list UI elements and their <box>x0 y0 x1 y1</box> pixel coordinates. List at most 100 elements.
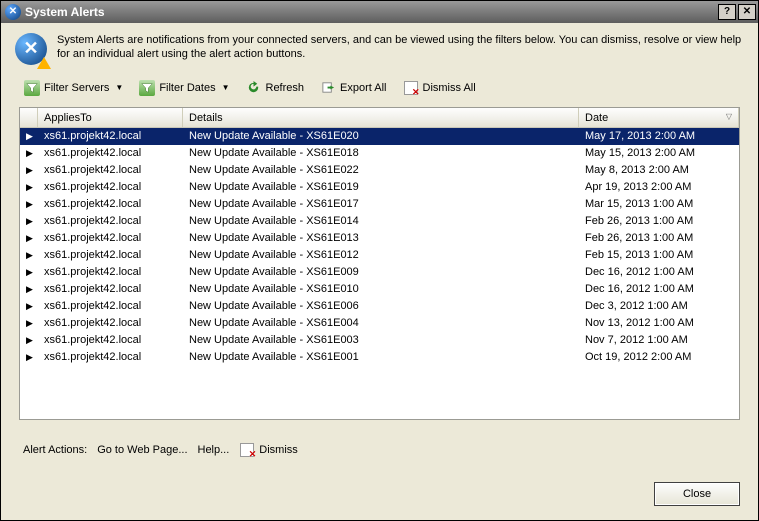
row-indicator-icon: ▶ <box>20 199 38 210</box>
cell-applies-to: xs61.projekt42.local <box>38 164 183 176</box>
help-link[interactable]: Help... <box>198 444 230 456</box>
export-icon <box>320 80 336 96</box>
titlebar: ✕ System Alerts ? ✕ <box>1 1 758 23</box>
grid-header: AppliesTo Details Date <box>20 108 739 128</box>
close-button[interactable]: Close <box>654 482 740 506</box>
filter-dates-button[interactable]: Filter Dates ▼ <box>134 77 234 99</box>
export-all-button[interactable]: Export All <box>315 77 391 99</box>
table-row[interactable]: ▶xs61.projekt42.localNew Update Availabl… <box>20 128 739 145</box>
row-indicator-icon: ▶ <box>20 301 38 312</box>
row-indicator-icon: ▶ <box>20 352 38 363</box>
cell-applies-to: xs61.projekt42.local <box>38 130 183 142</box>
chevron-down-icon: ▼ <box>222 83 230 92</box>
cell-applies-to: xs61.projekt42.local <box>38 147 183 159</box>
row-indicator-icon: ▶ <box>20 250 38 261</box>
system-alerts-window: ✕ System Alerts ? ✕ ✕ System Alerts are … <box>0 0 759 521</box>
row-indicator-icon: ▶ <box>20 216 38 227</box>
dismiss-icon <box>403 80 419 96</box>
cell-details: New Update Available - XS61E020 <box>183 130 579 142</box>
cell-date: Nov 7, 2012 1:00 AM <box>579 334 739 346</box>
row-indicator-icon: ▶ <box>20 233 38 244</box>
table-row[interactable]: ▶xs61.projekt42.localNew Update Availabl… <box>20 349 739 366</box>
cell-applies-to: xs61.projekt42.local <box>38 351 183 363</box>
alert-actions-label: Alert Actions: <box>23 444 87 456</box>
export-all-label: Export All <box>340 82 386 94</box>
filter-icon <box>24 80 40 96</box>
filter-icon <box>139 80 155 96</box>
dismiss-label: Dismiss <box>259 444 298 456</box>
cell-date: Oct 19, 2012 2:00 AM <box>579 351 739 363</box>
alert-actions-bar: Alert Actions: Go to Web Page... Help...… <box>1 420 758 462</box>
info-text: System Alerts are notifications from you… <box>57 33 744 63</box>
table-row[interactable]: ▶xs61.projekt42.localNew Update Availabl… <box>20 213 739 230</box>
column-indicator[interactable] <box>20 108 38 127</box>
table-row[interactable]: ▶xs61.projekt42.localNew Update Availabl… <box>20 230 739 247</box>
cell-date: Feb 26, 2013 1:00 AM <box>579 215 739 227</box>
cell-details: New Update Available - XS61E022 <box>183 164 579 176</box>
cell-details: New Update Available - XS61E003 <box>183 334 579 346</box>
filter-dates-label: Filter Dates <box>159 82 215 94</box>
cell-applies-to: xs61.projekt42.local <box>38 317 183 329</box>
row-indicator-icon: ▶ <box>20 335 38 346</box>
table-row[interactable]: ▶xs61.projekt42.localNew Update Availabl… <box>20 315 739 332</box>
table-row[interactable]: ▶xs61.projekt42.localNew Update Availabl… <box>20 145 739 162</box>
app-icon: ✕ <box>5 4 21 20</box>
cell-applies-to: xs61.projekt42.local <box>38 198 183 210</box>
alert-info-icon: ✕ <box>15 33 47 65</box>
refresh-label: Refresh <box>266 82 305 94</box>
cell-details: New Update Available - XS61E006 <box>183 300 579 312</box>
cell-date: May 15, 2013 2:00 AM <box>579 147 739 159</box>
refresh-button[interactable]: Refresh <box>241 77 310 99</box>
cell-details: New Update Available - XS61E017 <box>183 198 579 210</box>
row-indicator-icon: ▶ <box>20 182 38 193</box>
table-row[interactable]: ▶xs61.projekt42.localNew Update Availabl… <box>20 247 739 264</box>
cell-date: Dec 3, 2012 1:00 AM <box>579 300 739 312</box>
cell-applies-to: xs61.projekt42.local <box>38 266 183 278</box>
refresh-icon <box>246 80 262 96</box>
close-window-button[interactable]: ✕ <box>738 4 756 20</box>
cell-date: Feb 26, 2013 1:00 AM <box>579 232 739 244</box>
cell-date: Nov 13, 2012 1:00 AM <box>579 317 739 329</box>
cell-details: New Update Available - XS61E004 <box>183 317 579 329</box>
go-to-web-page-link[interactable]: Go to Web Page... <box>97 444 187 456</box>
cell-applies-to: xs61.projekt42.local <box>38 300 183 312</box>
table-row[interactable]: ▶xs61.projekt42.localNew Update Availabl… <box>20 264 739 281</box>
table-row[interactable]: ▶xs61.projekt42.localNew Update Availabl… <box>20 332 739 349</box>
window-controls: ? ✕ <box>718 4 756 20</box>
dismiss-all-button[interactable]: Dismiss All <box>398 77 481 99</box>
row-indicator-icon: ▶ <box>20 165 38 176</box>
alerts-grid: AppliesTo Details Date ▶xs61.projekt42.l… <box>19 107 740 420</box>
column-details[interactable]: Details <box>183 108 579 127</box>
cell-date: May 17, 2013 2:00 AM <box>579 130 739 142</box>
row-indicator-icon: ▶ <box>20 131 38 142</box>
dismiss-button[interactable]: Dismiss <box>239 442 298 458</box>
column-date[interactable]: Date <box>579 108 739 127</box>
cell-date: Apr 19, 2013 2:00 AM <box>579 181 739 193</box>
window-title: System Alerts <box>25 5 718 19</box>
filter-servers-label: Filter Servers <box>44 82 109 94</box>
info-strip: ✕ System Alerts are notifications from y… <box>1 23 758 73</box>
help-button[interactable]: ? <box>718 4 736 20</box>
table-row[interactable]: ▶xs61.projekt42.localNew Update Availabl… <box>20 179 739 196</box>
table-row[interactable]: ▶xs61.projekt42.localNew Update Availabl… <box>20 298 739 315</box>
cell-date: Mar 15, 2013 1:00 AM <box>579 198 739 210</box>
grid-body[interactable]: ▶xs61.projekt42.localNew Update Availabl… <box>20 128 739 419</box>
cell-details: New Update Available - XS61E012 <box>183 249 579 261</box>
cell-date: May 8, 2013 2:00 AM <box>579 164 739 176</box>
table-row[interactable]: ▶xs61.projekt42.localNew Update Availabl… <box>20 196 739 213</box>
table-row[interactable]: ▶xs61.projekt42.localNew Update Availabl… <box>20 281 739 298</box>
cell-date: Dec 16, 2012 1:00 AM <box>579 283 739 295</box>
column-applies-to[interactable]: AppliesTo <box>38 108 183 127</box>
cell-applies-to: xs61.projekt42.local <box>38 215 183 227</box>
cell-applies-to: xs61.projekt42.local <box>38 334 183 346</box>
cell-applies-to: xs61.projekt42.local <box>38 249 183 261</box>
filter-servers-button[interactable]: Filter Servers ▼ <box>19 77 128 99</box>
cell-applies-to: xs61.projekt42.local <box>38 232 183 244</box>
cell-details: New Update Available - XS61E014 <box>183 215 579 227</box>
row-indicator-icon: ▶ <box>20 267 38 278</box>
chevron-down-icon: ▼ <box>115 83 123 92</box>
cell-details: New Update Available - XS61E001 <box>183 351 579 363</box>
dismiss-icon <box>239 442 255 458</box>
dialog-buttons: Close <box>1 462 758 520</box>
table-row[interactable]: ▶xs61.projekt42.localNew Update Availabl… <box>20 162 739 179</box>
